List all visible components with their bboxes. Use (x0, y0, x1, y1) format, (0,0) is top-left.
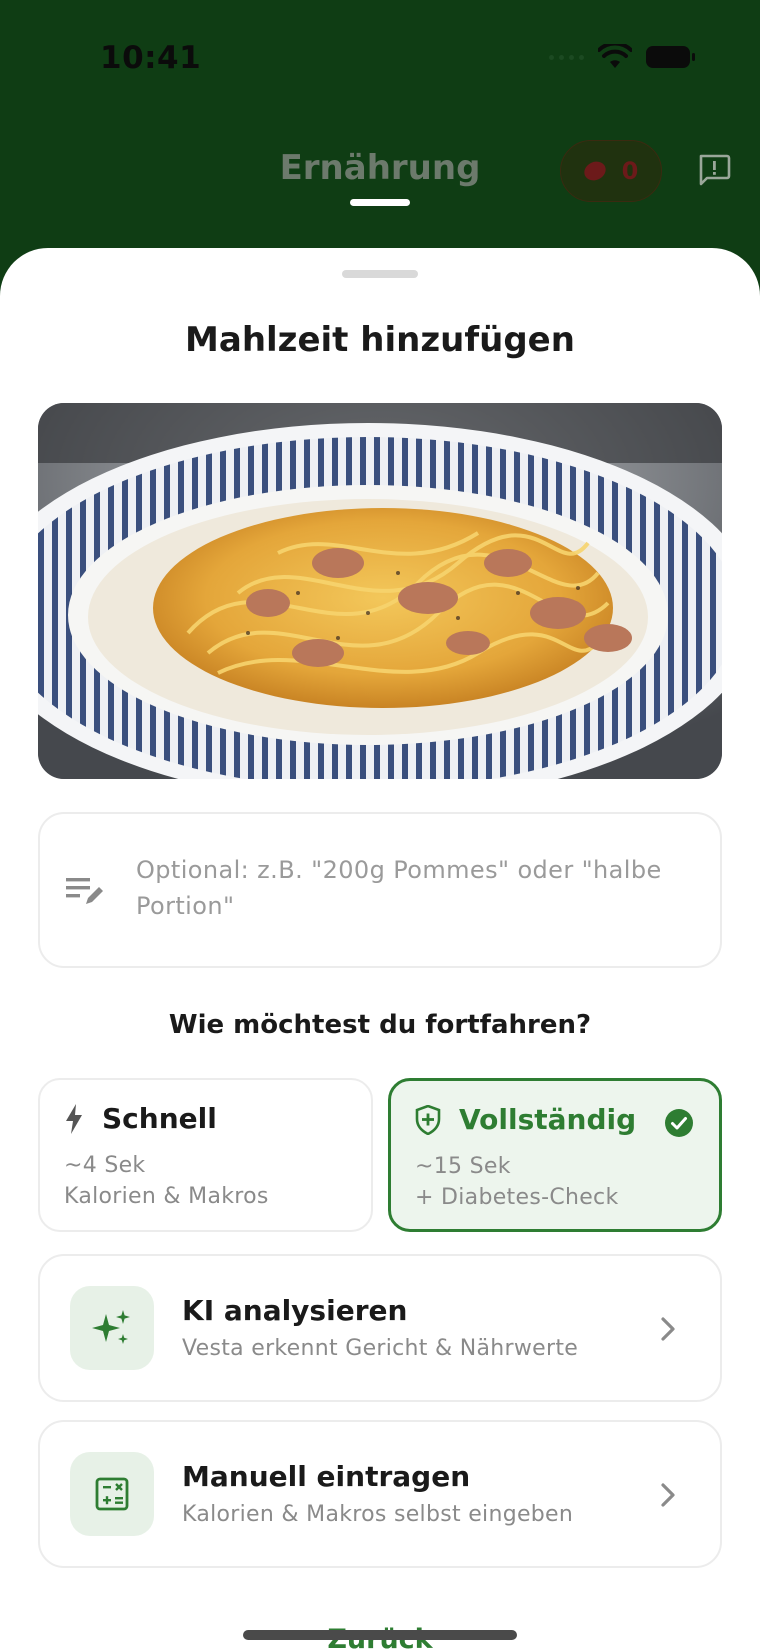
check-circle-icon (665, 1109, 693, 1137)
mode-full-title: Vollständig (459, 1103, 637, 1136)
manual-icon-box (70, 1452, 154, 1536)
home-indicator (243, 1630, 517, 1640)
manual-entry-button[interactable]: Manuell eintragen Kalorien & Makros selb… (38, 1420, 722, 1568)
wifi-icon (598, 44, 632, 68)
manual-entry-subtitle: Kalorien & Makros selbst eingeben (182, 1502, 574, 1527)
mode-quick-title: Schnell (102, 1102, 217, 1135)
streak-count: 0 (621, 157, 639, 185)
status-time: 10:41 (100, 40, 202, 76)
mode-quick-duration: ~4 Sek (64, 1153, 146, 1178)
mode-quick-description: Kalorien & Makros (64, 1184, 269, 1209)
mode-quick-option[interactable]: Schnell ~4 Sek Kalorien & Makros (38, 1078, 373, 1232)
streak-badge[interactable]: 0 (560, 140, 662, 202)
mode-full-option[interactable]: Vollständig ~15 Sek + Diabetes-Check (388, 1078, 722, 1232)
mode-full-duration: ~15 Sek (415, 1154, 511, 1179)
meal-photo (38, 403, 722, 779)
ai-icon-box (70, 1286, 154, 1370)
chevron-right-icon (661, 1317, 675, 1341)
lightning-icon (66, 1103, 82, 1134)
sparkles-icon (92, 1310, 130, 1344)
chevron-right-icon (661, 1483, 675, 1507)
mode-question: Wie möchtest du fortfahren? (168, 1010, 592, 1040)
ai-analyze-subtitle: Vesta erkennt Gericht & Nährwerte (182, 1336, 579, 1361)
edit-notes-icon (66, 878, 103, 904)
title-underline (350, 199, 410, 206)
streak-icon (580, 158, 609, 184)
sheet-grabber[interactable] (342, 270, 418, 278)
battery-icon (646, 46, 695, 68)
manual-entry-title: Manuell eintragen (182, 1460, 471, 1493)
status-icons (549, 44, 695, 70)
shield-plus-icon (415, 1104, 441, 1135)
portion-note-input[interactable]: Optional: z.B. "200g Pommes" oder "halbe… (38, 812, 722, 968)
portion-note-placeholder: Optional: z.B. "200g Pommes" oder "halbe… (136, 856, 662, 920)
ai-analyze-button[interactable]: KI analysieren Vesta erkennt Gericht & N… (38, 1254, 722, 1402)
mode-full-description: + Diabetes-Check (415, 1185, 619, 1210)
feedback-icon[interactable] (696, 152, 732, 188)
cellular-signal-icon (549, 54, 584, 60)
calculator-icon (95, 1477, 129, 1511)
sheet-title: Mahlzeit hinzufügen (185, 320, 575, 360)
ai-analyze-title: KI analysieren (182, 1294, 408, 1327)
status-bar: 10:41 (0, 0, 760, 120)
add-meal-sheet: Mahlzeit hinzufügen Optional: z.B. "200g… (0, 248, 760, 1652)
